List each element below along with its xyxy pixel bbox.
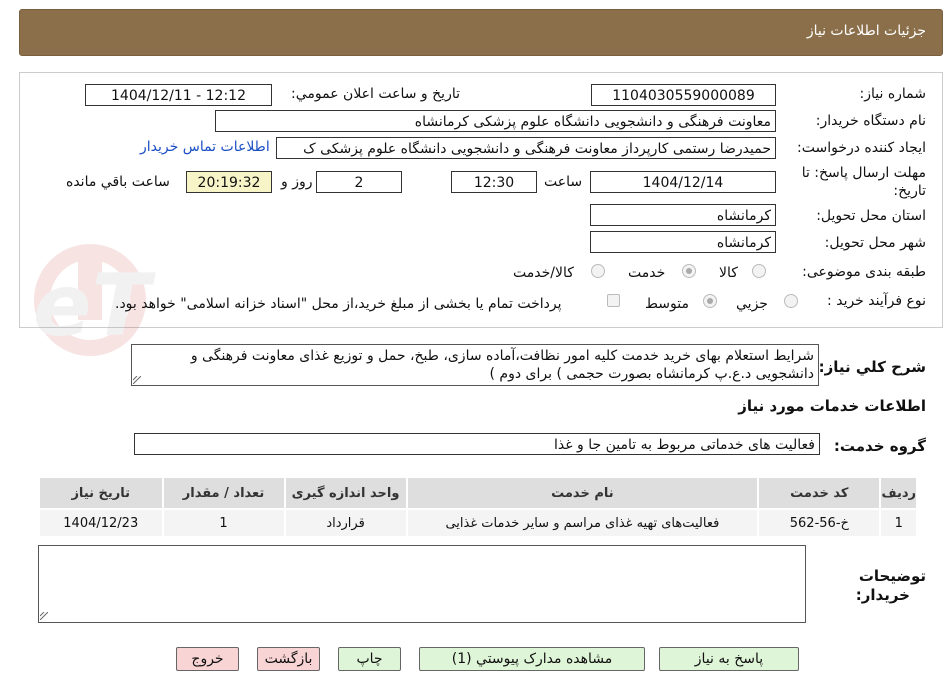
buyer-contact-link[interactable]: اطلاعات تماس خريدار bbox=[140, 139, 270, 155]
notes-resize-handle[interactable] bbox=[40, 612, 48, 620]
col-service-name: نام خدمت bbox=[405, 476, 760, 510]
col-quantity: تعداد / مقدار bbox=[161, 476, 286, 510]
description-text: شرایط استعلام بهای خرید خدمت کلیه امور ن… bbox=[131, 344, 819, 386]
process-medium-label: متوسط bbox=[645, 296, 689, 312]
table-header-row: رديف کد خدمت نام خدمت واحد اندازه گیری ت… bbox=[38, 476, 918, 510]
cell-row-number: 1 bbox=[879, 508, 918, 538]
view-attachments-button[interactable]: مشاهده مدارک پیوستي (1) bbox=[419, 647, 645, 671]
buyer-notes-textarea[interactable] bbox=[38, 545, 806, 623]
city-field: کرمانشاه bbox=[590, 231, 776, 253]
payment-note: پرداخت تمام یا بخشی از مبلغ خرید،از محل … bbox=[115, 296, 562, 312]
need-number-field: 1104030559000089 bbox=[591, 84, 776, 106]
cell-quantity: 1 bbox=[161, 508, 286, 538]
description-resize-handle[interactable] bbox=[133, 376, 141, 384]
deadline-date-field: 1404/12/14 bbox=[590, 171, 776, 193]
category-service-radio[interactable] bbox=[682, 264, 696, 278]
category-goods-service-label: کالا/خدمت bbox=[513, 265, 574, 281]
reply-to-need-button[interactable]: پاسخ به نیاز bbox=[659, 647, 799, 671]
page-header: جزئیات اطلاعات نیاز bbox=[19, 9, 943, 56]
days-remaining-field: 2 bbox=[316, 171, 402, 193]
buyer-org-field: معاونت فرهنگی و دانشجویی دانشگاه علوم پز… bbox=[215, 110, 776, 132]
category-service-label: خدمت bbox=[628, 265, 666, 281]
days-label: روز و bbox=[281, 174, 313, 190]
back-button[interactable]: بازگشت bbox=[257, 647, 320, 671]
service-group-label: گروه خدمت: bbox=[833, 437, 926, 455]
deadline-label-date: تاریخ: bbox=[893, 183, 926, 199]
services-table: رديف کد خدمت نام خدمت واحد اندازه گیری ت… bbox=[38, 476, 918, 538]
need-number-label: شماره نیاز: bbox=[859, 86, 927, 102]
col-need-date: تاریخ نیاز bbox=[38, 476, 164, 510]
process-medium-radio[interactable] bbox=[703, 294, 717, 308]
category-goods-label: کالا bbox=[719, 265, 738, 281]
province-label: استان محل تحويل: bbox=[816, 208, 926, 224]
announce-datetime-field: 1404/12/11 - 12:12 bbox=[85, 84, 272, 106]
category-goods-radio[interactable] bbox=[752, 264, 766, 278]
announce-label: تاريخ و ساعت اعلان عمومي: bbox=[291, 86, 460, 102]
description-label: شرح كلي نياز: bbox=[818, 358, 926, 376]
buyer-notes-label-2: خريدار: bbox=[855, 586, 910, 604]
category-label: طبقه بندی موضوعی: bbox=[802, 264, 926, 280]
deadline-time-field: 12:30 bbox=[451, 171, 537, 193]
time-label: ساعت bbox=[544, 174, 583, 190]
remaining-label: ساعت باقي مانده bbox=[66, 174, 170, 190]
service-group-field: فعالیت های خدماتی مربوط به تامین جا و غذ… bbox=[134, 433, 820, 455]
remaining-time-field: 20:19:32 bbox=[186, 171, 272, 193]
treasury-payment-checkbox[interactable] bbox=[607, 294, 620, 307]
category-goods-service-radio[interactable] bbox=[591, 264, 605, 278]
city-label: شهر محل تحويل: bbox=[824, 235, 926, 251]
cell-need-date: 1404/12/23 bbox=[38, 508, 164, 538]
cell-unit: قرارداد bbox=[283, 508, 408, 538]
exit-button[interactable]: خروج bbox=[176, 647, 239, 671]
requester-field: حمیدرضا رستمی کارپرداز معاونت فرهنگی و د… bbox=[276, 137, 776, 159]
deadline-label: مهلت ارسال پاسخ: تا bbox=[801, 165, 926, 181]
buyer-notes-label-1: توضيحات bbox=[858, 567, 926, 585]
page-title: جزئیات اطلاعات نیاز bbox=[806, 23, 926, 39]
col-unit: واحد اندازه گیری bbox=[283, 476, 408, 510]
process-small-radio[interactable] bbox=[784, 294, 798, 308]
requester-label: ايجاد کننده درخواست: bbox=[797, 140, 926, 156]
table-row: 1 خ-56-562 فعالیت‌های تهیه غذای مراسم و … bbox=[38, 508, 918, 538]
col-service-code: کد خدمت bbox=[757, 476, 882, 510]
cell-service-code: خ-56-562 bbox=[757, 508, 882, 538]
buyer-org-label: نام دستگاه خريدار: bbox=[815, 113, 926, 129]
process-label: نوع فرآيند خريد : bbox=[827, 293, 926, 309]
col-row-number: رديف bbox=[879, 476, 918, 510]
process-small-label: جزیي bbox=[736, 296, 768, 312]
print-button[interactable]: چاپ bbox=[338, 647, 401, 671]
cell-service-name: فعالیت‌های تهیه غذای مراسم و سایر خدمات … bbox=[405, 508, 760, 538]
province-field: کرمانشاه bbox=[590, 204, 776, 226]
services-section-title: اطلاعات خدمات مورد نياز bbox=[738, 397, 926, 415]
